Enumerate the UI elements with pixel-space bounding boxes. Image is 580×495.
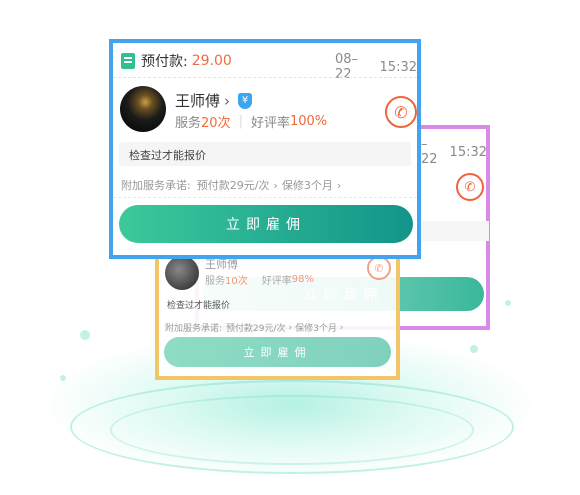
promise-label: 附加服务承诺: bbox=[121, 179, 191, 192]
decor-dot bbox=[505, 300, 511, 306]
phone-call-icon[interactable]: ✆ bbox=[456, 173, 484, 201]
hire-button[interactable]: 立即雇佣 bbox=[164, 337, 391, 367]
bill-icon bbox=[121, 53, 135, 69]
divider bbox=[113, 77, 417, 78]
worker-name[interactable]: 王师傅 bbox=[175, 90, 220, 111]
rating-label: 好评率 bbox=[261, 276, 292, 287]
promise-label: 附加服务承诺: bbox=[165, 324, 223, 334]
phone-call-icon[interactable]: ✆ bbox=[367, 256, 391, 280]
promise-item-prepay: 预付款29元/次 bbox=[226, 324, 286, 334]
chevron-right-icon[interactable]: › bbox=[224, 92, 230, 110]
verified-badge-icon: ¥ bbox=[238, 92, 253, 109]
note-bar: 检查过才能报价 bbox=[119, 142, 411, 166]
promise-item-warranty: 保修3个月 bbox=[281, 179, 333, 192]
rating-value: 100% bbox=[289, 114, 328, 129]
order-date: –22 bbox=[421, 137, 438, 167]
decor-dot bbox=[470, 345, 478, 353]
promise-item-warranty: 保修3个月 bbox=[295, 324, 337, 334]
prepay-label: 预付款: bbox=[141, 54, 188, 70]
order-time: 15:32 bbox=[449, 144, 488, 160]
phone-call-icon[interactable]: ✆ bbox=[385, 96, 417, 128]
note-text: 检查过才能报价 bbox=[167, 301, 231, 311]
note-text: 检查过才能报价 bbox=[129, 149, 206, 162]
service-label: 服务 bbox=[205, 276, 225, 287]
decor-dot bbox=[60, 375, 66, 381]
worker-avatar[interactable] bbox=[165, 256, 199, 290]
decor-dot bbox=[80, 330, 90, 340]
order-time: 15:32 bbox=[379, 59, 417, 75]
service-count: 10次 bbox=[225, 276, 248, 287]
service-count: 20次 bbox=[201, 116, 231, 131]
glow-ring-inner bbox=[110, 395, 474, 465]
rating-value: 98% bbox=[291, 274, 314, 285]
rating-label: 好评率 bbox=[250, 116, 290, 131]
worker-avatar[interactable] bbox=[120, 86, 166, 132]
promise-item-prepay: 预付款29元/次 bbox=[196, 179, 270, 192]
divider bbox=[113, 197, 417, 198]
service-label: 服务 bbox=[175, 116, 202, 131]
order-card-front: 预付款: 29.00 08–22 15:32 王师傅 › ¥ 服务 20次 | … bbox=[109, 39, 421, 259]
prepay-amount: 29.00 bbox=[191, 53, 232, 69]
hire-button[interactable]: 立即雇佣 bbox=[119, 205, 413, 243]
